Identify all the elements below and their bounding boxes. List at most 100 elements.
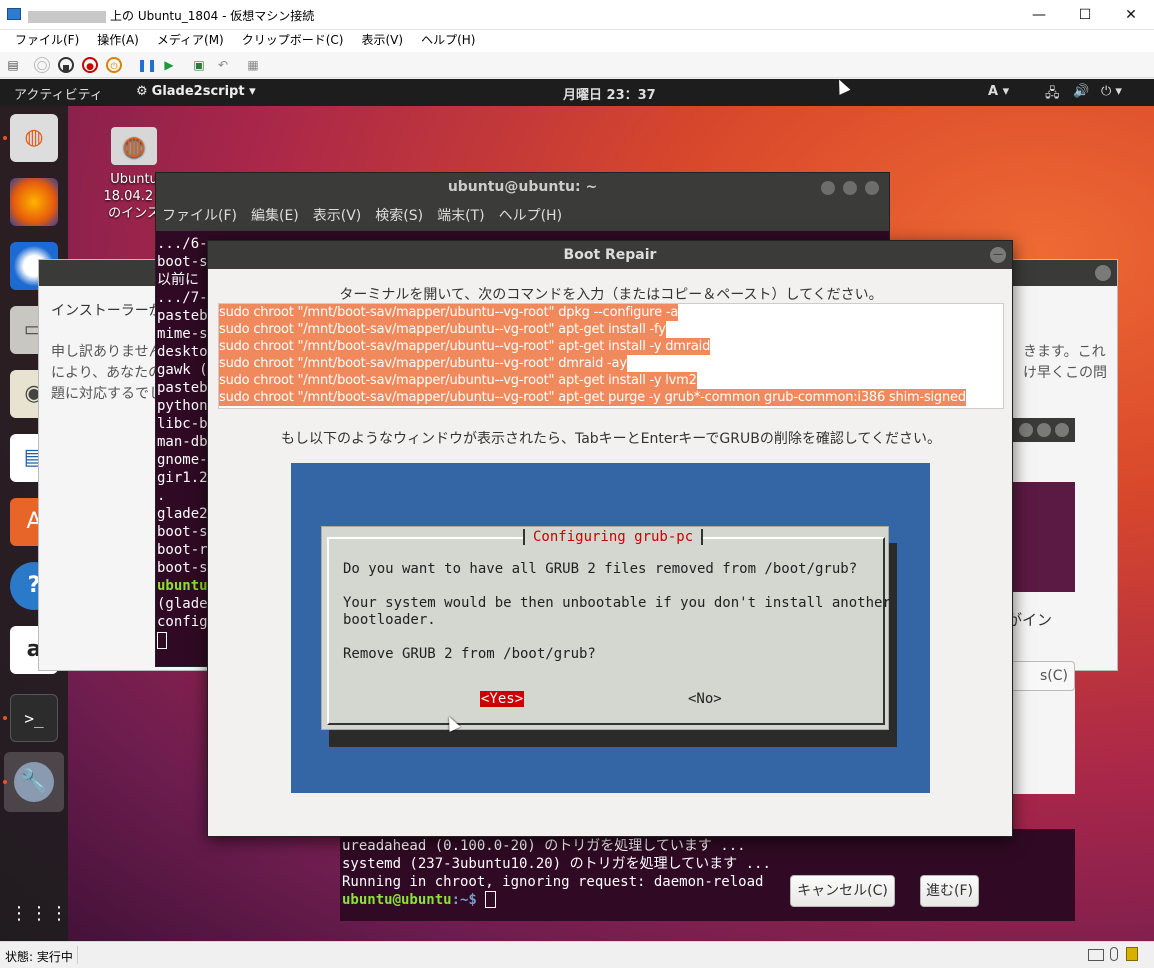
command-line: sudo chroot "/mnt/boot-sav/mapper/ubuntu… (219, 304, 679, 321)
shutdown-icon[interactable]: ● (82, 57, 98, 73)
grub-no-button: <No> (688, 691, 722, 707)
terminal-cursor (485, 891, 497, 908)
terminal-prompt-line: ubuntu@ubuntu:~$ (342, 891, 771, 909)
app-menu-label: Glade2script ▾ (151, 84, 256, 99)
turn-off-icon[interactable] (58, 57, 74, 73)
installer-drive-icon[interactable]: ◍ (10, 114, 58, 162)
installer-line: 申し訳ありません (51, 344, 163, 360)
terminal-menu-search[interactable]: 検索(S) (375, 208, 423, 224)
guest-screen: アクティビティ ⚙ Glade2script ▾ 月曜日 23：37 A ▾ 🖧 … (0, 79, 1154, 941)
grub-yes-button: <Yes> (480, 691, 525, 707)
close-button[interactable]: ✕ (1108, 0, 1154, 30)
menu-file[interactable]: ファイル(F) (6, 30, 88, 50)
start-icon[interactable]: ◯ (34, 57, 50, 73)
keyboard-icon (1088, 949, 1104, 961)
enhanced-session-icon[interactable]: ▦ (245, 57, 261, 73)
grub-confirm-question: Remove GRUB 2 from /boot/grub? (343, 646, 596, 662)
terminal-menu-edit[interactable]: 編集(E) (251, 208, 299, 224)
terminal-output[interactable]: .../6- boot-s 以前に .../7- pasteb mime-s d… (157, 235, 208, 649)
vm-title-text: 上の Ubuntu_1804 - 仮想マシン接続 (110, 9, 315, 23)
volume-icon[interactable]: 🔊 (1073, 84, 1089, 99)
terminal-menu-help[interactable]: ヘルプ(H) (499, 208, 562, 224)
terminal-line: deskto (157, 344, 208, 360)
menu-help[interactable]: ヘルプ(H) (412, 30, 484, 50)
instruction-text: ターミナルを開いて、次のコマンドを入力（またはコピー＆ペースト）してください。 (339, 287, 883, 303)
terminal-line: boot-s (157, 254, 208, 270)
terminal-titlebar: ubuntu@ubuntu: ~ (156, 173, 889, 203)
minimize-button[interactable]: — (1016, 0, 1062, 30)
power-icon[interactable]: ⏻ ▾ (1101, 84, 1122, 99)
forward-button[interactable]: 進む(F) (920, 875, 979, 907)
menu-media[interactable]: メディア(M) (148, 30, 233, 50)
command-line: sudo chroot "/mnt/boot-sav/mapper/ubuntu… (219, 372, 697, 389)
terminal-line: glade2 (157, 506, 208, 522)
ctrl-alt-del-icon[interactable]: ▤ (5, 57, 21, 73)
boot-repair-close-icon[interactable]: — (990, 247, 1006, 263)
terminal-menu-terminal[interactable]: 端末(T) (437, 208, 484, 224)
cancel-button[interactable]: キャンセル(C) (790, 875, 895, 907)
third-window-bg (1007, 482, 1075, 592)
maximize-button[interactable]: ☐ (1062, 0, 1108, 30)
app-menu[interactable]: ⚙ Glade2script ▾ (136, 84, 256, 99)
terminal-line: ureadahead (0.100.0-20) のトリガを処理しています ... (342, 838, 746, 854)
menu-clipboard[interactable]: クリップボード(C) (233, 30, 353, 50)
glade-icon: ⚙ (136, 84, 148, 99)
input-method-menu[interactable]: A ▾ (988, 84, 1009, 99)
terminal-menu-file[interactable]: ファイル(F) (162, 208, 237, 224)
command-line: sudo chroot "/mnt/boot-sav/mapper/ubuntu… (219, 355, 627, 372)
installer-close-icon[interactable] (1095, 265, 1111, 281)
third-window-maximize-icon[interactable] (1037, 423, 1051, 437)
gnome-top-bar: アクティビティ ⚙ Glade2script ▾ 月曜日 23：37 A ▾ 🖧 … (0, 79, 1154, 106)
terminal-line: mime-s (157, 326, 208, 342)
terminal-close-icon[interactable] (865, 181, 879, 195)
activities-button[interactable]: アクティビティ (14, 84, 103, 103)
terminal-minimize-icon[interactable] (821, 181, 835, 195)
command-line: sudo chroot "/mnt/boot-sav/mapper/ubuntu… (219, 338, 711, 355)
checkpoint-icon[interactable]: ▣ (191, 57, 207, 73)
firefox-icon[interactable] (10, 178, 58, 226)
network-icon[interactable]: 🖧 (1045, 84, 1060, 106)
terminal-line: . (157, 488, 166, 504)
terminal-line: pasteb (157, 308, 208, 324)
terminal-line: boot-r (157, 542, 208, 558)
grub-warning: bootloader. (343, 612, 436, 628)
terminal-maximize-icon[interactable] (843, 181, 857, 195)
terminal-line: .../6- (157, 236, 208, 252)
menu-action[interactable]: 操作(A) (88, 30, 148, 50)
terminal-line: python (157, 398, 208, 414)
terminal-line: libc-b (157, 416, 208, 432)
grub-warning: Your system would be then unbootable if … (343, 595, 891, 611)
vm-window-title: 上の Ubuntu_1804 - 仮想マシン接続 (28, 7, 314, 24)
third-window-text: がイン (1007, 611, 1053, 629)
terminal-line: man-db (157, 434, 208, 450)
grub-question: Do you want to have all GRUB 2 files rem… (343, 561, 858, 577)
terminal-line: Running in chroot, ignoring request: dae… (342, 874, 764, 890)
third-window-close-icon[interactable] (1055, 423, 1069, 437)
terminal-cursor (157, 632, 167, 649)
resume-icon[interactable]: ▶ (161, 57, 177, 73)
grub-dialog-screenshot: Configuring grub-pc Do you want to have … (291, 463, 930, 793)
show-applications-icon[interactable]: ⋮⋮⋮ (10, 890, 68, 938)
boot-repair-titlebar: Boot Repair (208, 241, 1012, 269)
running-indicator (3, 780, 7, 784)
revert-icon[interactable]: ↶ (215, 57, 231, 73)
terminal-line: pasteb (157, 380, 208, 396)
second-terminal-output: ureadahead (0.100.0-20) のトリガを処理しています ...… (342, 837, 771, 909)
save-state-icon[interactable]: ⏻ (106, 57, 122, 73)
clock[interactable]: 月曜日 23：37 (563, 84, 656, 103)
vm-menu-bar: ファイル(F) 操作(A) メディア(M) クリップボード(C) 表示(V) ヘルプ(H) (0, 30, 1154, 52)
prompt-path: :~$ (451, 892, 486, 908)
grub-dialog: Configuring grub-pc Do you want to have … (321, 526, 891, 730)
terminal-prompt-line: ubuntu (157, 578, 208, 594)
terminal-menu-view[interactable]: 表示(V) (313, 208, 362, 224)
install-ubuntu-icon: ◍ (111, 127, 157, 165)
command-text-box[interactable]: sudo chroot "/mnt/boot-sav/mapper/ubuntu… (218, 303, 1004, 409)
running-indicator (3, 716, 7, 720)
menu-view[interactable]: 表示(V) (353, 30, 413, 50)
terminal-line: (glade (157, 596, 208, 612)
pause-icon[interactable]: ❚❚ (137, 57, 157, 73)
third-window-minimize-icon[interactable] (1019, 423, 1033, 437)
terminal-icon[interactable]: >_ (10, 694, 58, 742)
installer-line-tail: きます。これ (1023, 344, 1106, 360)
boot-repair-icon[interactable]: 🔧 (4, 752, 64, 812)
